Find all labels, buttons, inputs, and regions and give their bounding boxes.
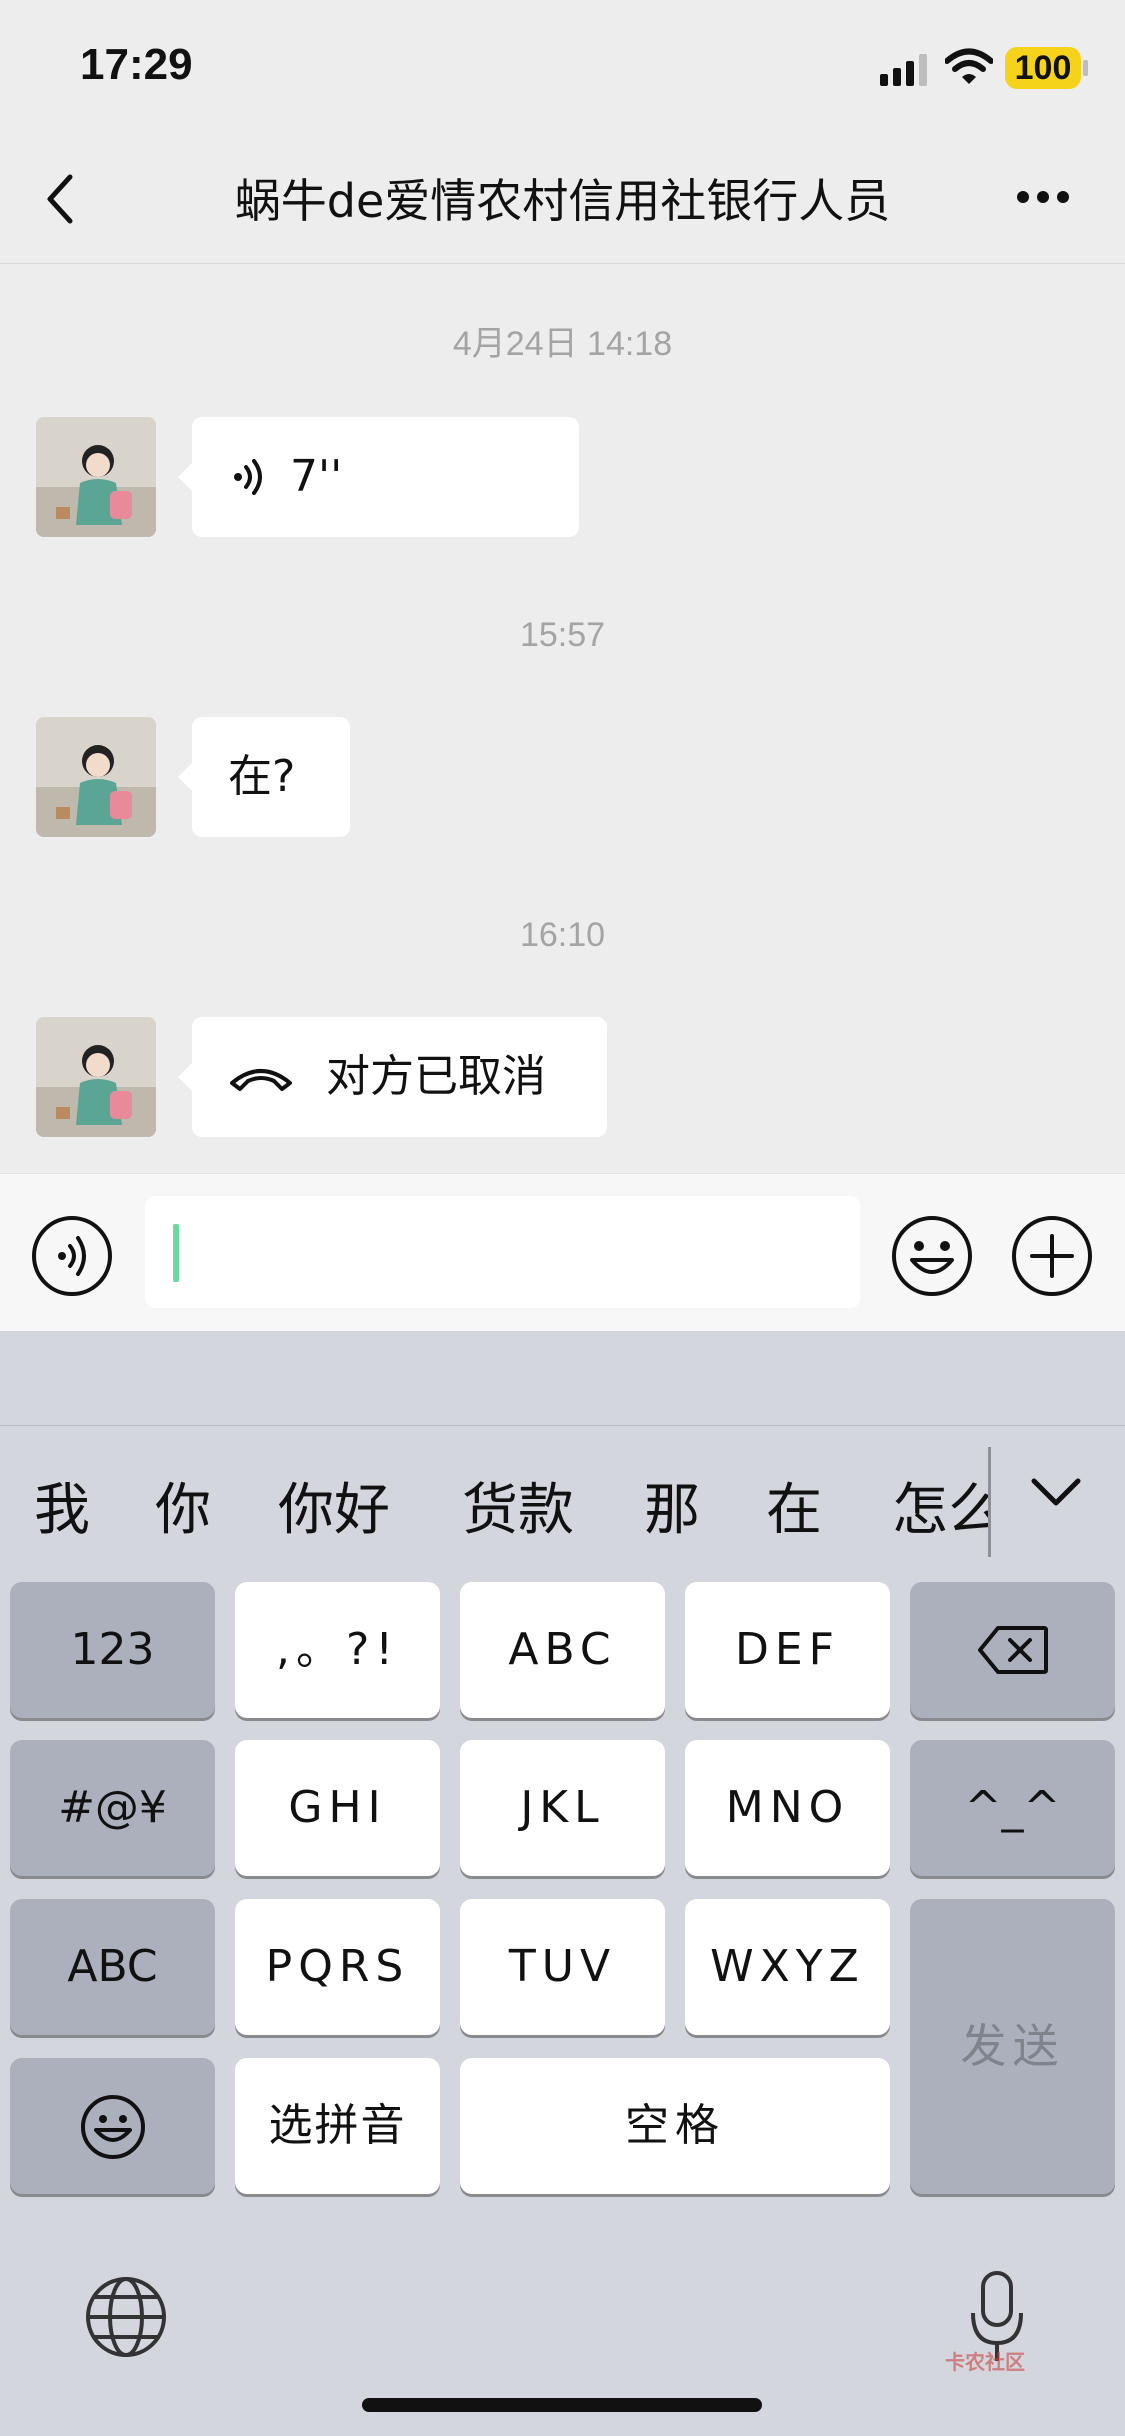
text-caret [173,1224,179,1282]
voice-input-icon[interactable] [30,1214,114,1298]
key-select-pinyin[interactable]: 选拼音 [235,2058,440,2194]
key-pqrs[interactable]: PQRS [235,1899,440,2035]
battery-tip [1083,60,1088,76]
candidate-word[interactable]: 那 [644,1471,700,1551]
message-text: 在? [228,751,296,802]
status-bar: 17:29 100 [0,0,1125,135]
chat-header: 蜗牛de爱情农村信用社银行人员 [0,135,1125,264]
backspace-key[interactable] [910,1582,1115,1718]
key-tuv[interactable]: TUV [460,1899,665,2035]
message-text: 对方已取消 [326,1051,546,1102]
key-abc-switch[interactable]: ABC [10,1899,215,2035]
message-timestamp: 4月24日 14:18 [452,325,673,363]
emoji-key[interactable] [10,2058,215,2194]
back-icon[interactable] [42,171,78,227]
more-icon[interactable] [1015,189,1071,205]
key-ghi[interactable]: GHI [235,1740,440,1876]
emoji-icon [81,2095,145,2159]
message-timestamp: 15:57 [519,616,606,654]
key-def[interactable]: DEF [685,1582,890,1718]
avatar[interactable] [36,1017,156,1137]
globe-icon[interactable] [84,2275,168,2359]
avatar[interactable] [36,417,156,537]
message-timestamp: 16:10 [519,916,606,954]
key-abc[interactable]: ABC [460,1582,665,1718]
signal-icon [880,54,927,86]
key-123[interactable]: 123 [10,1582,215,1718]
send-button[interactable]: 发送 [910,1899,1115,2194]
candidate-word[interactable]: 我 [34,1471,90,1551]
home-indicator[interactable] [362,2398,762,2412]
space-key[interactable]: 空格 [460,2058,890,2194]
avatar-illustration-icon [36,417,156,537]
wifi-icon [945,48,993,84]
candidate-word[interactable]: 你好 [278,1471,390,1551]
call-message-bubble[interactable]: 对方已取消 [178,1017,607,1137]
keyboard: 我 你 你好 货款 那 在 怎么 123 ,。?! ABC DEF #@¥ GH… [0,1331,1125,2436]
text-message-bubble[interactable]: 在? [178,717,350,837]
key-jkl[interactable]: JKL [460,1740,665,1876]
candidate-word[interactable]: 你 [155,1471,211,1551]
status-time: 17:29 [80,40,193,89]
phone-cancel-icon [230,1069,292,1091]
chevron-down-icon[interactable] [1030,1477,1082,1509]
key-wxyz[interactable]: WXYZ [685,1899,890,2035]
key-symbols[interactable]: #@¥ [10,1740,215,1876]
battery-indicator: 100 [1005,47,1081,89]
emoji-icon[interactable] [890,1214,974,1298]
voice-duration: 7'' [290,451,343,502]
chat-title: 蜗牛de爱情农村信用社银行人员 [234,174,891,228]
key-punctuation[interactable]: ,。?! [235,1582,440,1718]
message-input[interactable] [145,1196,860,1308]
candidate-word[interactable]: 在 [766,1471,822,1551]
divider [0,1425,1125,1426]
backspace-icon [978,1626,1048,1674]
candidate-word[interactable]: 怎么 [892,1471,988,1551]
avatar-illustration-icon [36,1017,156,1137]
voice-wave-icon [234,459,262,495]
watermark: 卡农社区 [945,2350,1025,2374]
voice-message-bubble[interactable]: 7'' [178,417,579,537]
avatar[interactable] [36,717,156,837]
plus-icon[interactable] [1010,1214,1094,1298]
avatar-illustration-icon [36,717,156,837]
candidate-divider [988,1447,991,1557]
candidate-word[interactable]: 货款 [462,1471,574,1551]
key-emoticon[interactable]: ^_^ [910,1740,1115,1876]
key-mno[interactable]: MNO [685,1740,890,1876]
input-bar [0,1173,1125,1332]
